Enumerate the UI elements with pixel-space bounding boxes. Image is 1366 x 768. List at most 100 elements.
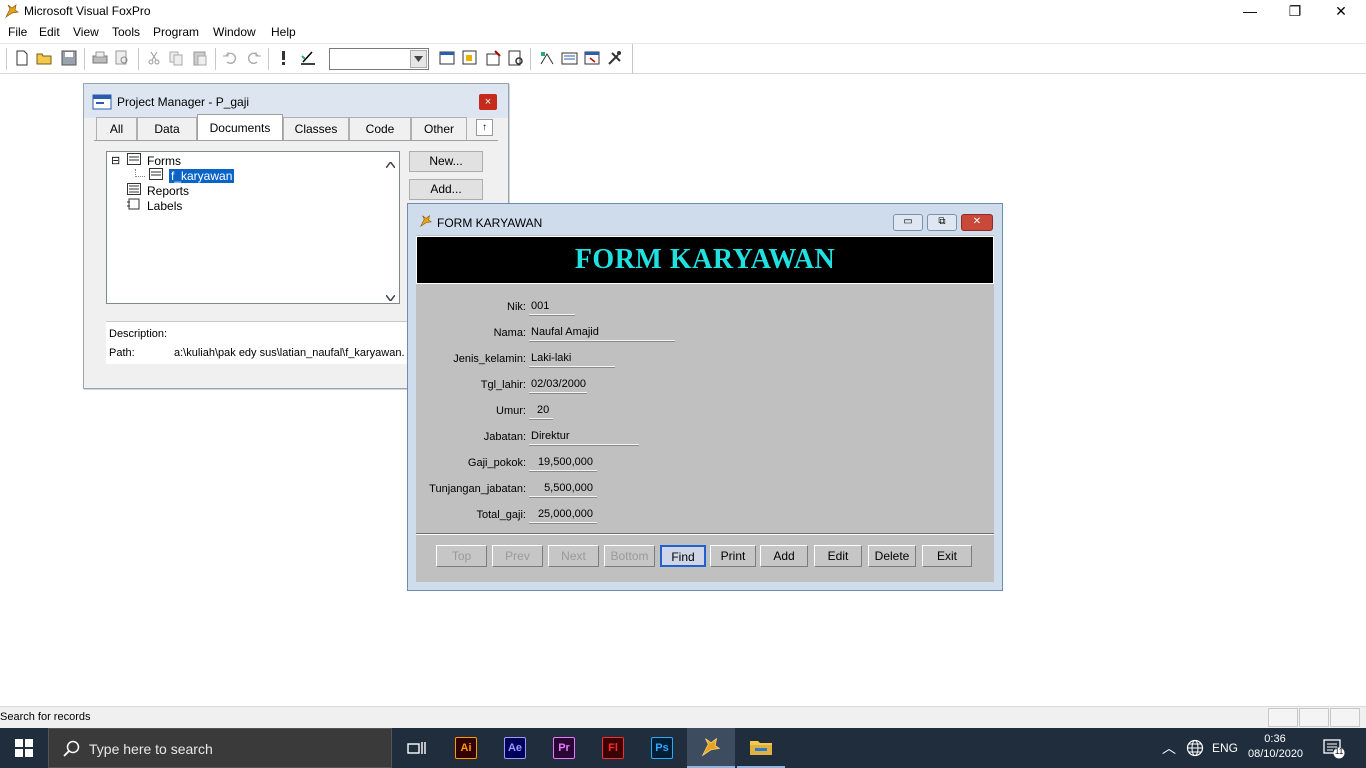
taskbar-app-file-explorer[interactable]: [737, 728, 785, 768]
edit-button[interactable]: Edit: [814, 545, 862, 567]
form-title: FORM KARYAWAN: [437, 216, 543, 230]
status-cell: [1330, 708, 1360, 727]
tab-code[interactable]: Code: [349, 117, 411, 140]
form-titlebar[interactable]: FORM KARYAWAN ▭ ⧉ ✕: [408, 204, 1002, 235]
form-designer-icon[interactable]: [537, 48, 557, 68]
taskbar-app-photoshop[interactable]: Ps: [638, 728, 686, 768]
menu-tools[interactable]: Tools: [112, 25, 140, 39]
form-karyawan-window: FORM KARYAWAN ▭ ⧉ ✕ FORM KARYAWAN Nik: 0…: [407, 203, 1003, 591]
save-icon[interactable]: [59, 48, 79, 68]
minimize-button[interactable]: —: [1227, 0, 1273, 22]
tab-data[interactable]: Data: [137, 117, 197, 140]
redo-icon[interactable]: [244, 48, 264, 68]
project-manager-titlebar[interactable]: Project Manager - P_gaji ×: [84, 84, 508, 118]
restore-button[interactable]: ❐: [1272, 0, 1318, 22]
toolbar-combo[interactable]: [329, 48, 429, 70]
field-tunjangan-jabatan[interactable]: 5,500,000: [529, 481, 597, 498]
field-total-gaji[interactable]: 25,000,000: [529, 507, 597, 524]
field-jenis-kelamin[interactable]: Laki-laki: [529, 351, 615, 368]
run-icon[interactable]: [274, 48, 294, 68]
label-gaji-pokok: Gaji_pokok:: [467, 457, 526, 469]
print-preview-icon[interactable]: [112, 48, 132, 68]
taskbar-search-box[interactable]: Type here to search: [48, 728, 392, 768]
close-button[interactable]: ✕: [1318, 0, 1364, 22]
tree-item-reports[interactable]: Reports: [127, 183, 189, 198]
tab-documents[interactable]: Documents: [197, 114, 283, 141]
new-icon[interactable]: [12, 48, 32, 68]
paste-icon[interactable]: [190, 48, 210, 68]
tree-scrollbar[interactable]: [383, 153, 398, 303]
field-nik[interactable]: 001: [529, 299, 575, 316]
new-button[interactable]: New...: [409, 151, 483, 172]
taskbar-app-flash[interactable]: Fl: [589, 728, 637, 768]
language-indicator[interactable]: ENG: [1212, 728, 1238, 768]
field-gaji-pokok[interactable]: 19,500,000: [529, 455, 597, 472]
find-button[interactable]: Find: [660, 545, 706, 567]
tree-item-labels[interactable]: Labels: [127, 198, 182, 213]
task-view-icon[interactable]: [393, 728, 441, 768]
open-icon[interactable]: [35, 48, 55, 68]
app-title: Microsoft Visual FoxPro: [24, 4, 151, 18]
taskbar-clock[interactable]: 0:36 08/10/2020: [1248, 732, 1303, 762]
nav-top-button[interactable]: Top: [436, 545, 487, 567]
tab-classes[interactable]: Classes: [283, 117, 349, 140]
chevron-down-icon[interactable]: [410, 50, 427, 68]
menu-window[interactable]: Window: [213, 25, 256, 39]
report-designer-icon[interactable]: [506, 48, 526, 68]
form-wizard-icon[interactable]: [560, 48, 580, 68]
undo-icon[interactable]: [220, 48, 240, 68]
exit-button[interactable]: Exit: [922, 545, 972, 567]
notification-center-icon[interactable]: 11: [1322, 728, 1346, 768]
add-button[interactable]: Add...: [409, 179, 483, 200]
form-close-button[interactable]: ✕: [961, 214, 993, 231]
photoshop-icon: Ps: [651, 737, 673, 759]
field-tgl-lahir[interactable]: 02/03/2000: [529, 377, 587, 394]
nav-next-button[interactable]: Next: [548, 545, 599, 567]
menu-program[interactable]: Program: [153, 25, 199, 39]
form-restore-button[interactable]: ⧉: [927, 214, 957, 231]
menu-edit[interactable]: Edit: [39, 25, 60, 39]
delete-button[interactable]: Delete: [868, 545, 916, 567]
tab-all[interactable]: All: [96, 117, 137, 140]
add-record-button[interactable]: Add: [760, 545, 808, 567]
tree-item-f-karyawan[interactable]: f_karyawan: [135, 168, 235, 183]
taskbar-app-after-effects[interactable]: Ae: [491, 728, 539, 768]
field-nama[interactable]: Naufal Amajid: [529, 325, 675, 342]
tree-item-forms[interactable]: ⊟ Forms: [111, 153, 181, 168]
pin-icon[interactable]: ↑: [476, 119, 493, 136]
toolbar-grip[interactable]: [6, 48, 7, 70]
command-window-icon[interactable]: [437, 48, 457, 68]
collapse-icon[interactable]: ⊟: [111, 154, 123, 167]
document-tree[interactable]: ⊟ Forms f_karyawan Reports Labels: [106, 151, 400, 304]
data-session-icon[interactable]: [484, 48, 504, 68]
close-icon[interactable]: ×: [479, 94, 497, 110]
form-minimize-button[interactable]: ▭: [893, 214, 923, 231]
taskbar-app-illustrator[interactable]: Ai: [442, 728, 490, 768]
status-cell: [1299, 708, 1329, 727]
field-umur[interactable]: 20: [529, 403, 553, 420]
nav-prev-button[interactable]: Prev: [492, 545, 543, 567]
field-jabatan[interactable]: Direktur: [529, 429, 639, 446]
copy-icon[interactable]: [166, 48, 186, 68]
globe-icon[interactable]: [1186, 728, 1204, 768]
taskbar-app-foxpro[interactable]: [687, 728, 735, 768]
nav-bottom-button[interactable]: Bottom: [604, 545, 655, 567]
modify-icon[interactable]: [298, 48, 318, 68]
tab-other[interactable]: Other: [411, 117, 467, 140]
view-window-icon[interactable]: [460, 48, 480, 68]
label-icon: [127, 198, 141, 213]
code-icon[interactable]: [583, 48, 603, 68]
clock-time: 0:36: [1264, 733, 1286, 745]
tray-overflow-icon[interactable]: ︿: [1162, 728, 1176, 768]
taskbar-app-premiere[interactable]: Pr: [540, 728, 588, 768]
tools-icon[interactable]: [605, 48, 625, 68]
print-button[interactable]: Print: [710, 545, 756, 567]
menu-view[interactable]: View: [73, 25, 99, 39]
windows-start-icon[interactable]: [0, 728, 48, 768]
print-icon[interactable]: [90, 48, 110, 68]
menu-file[interactable]: File: [8, 25, 27, 39]
menu-help[interactable]: Help: [271, 25, 296, 39]
cut-icon[interactable]: [144, 48, 164, 68]
form-header-banner: FORM KARYAWAN: [416, 236, 994, 284]
scroll-up-icon[interactable]: [385, 157, 396, 171]
